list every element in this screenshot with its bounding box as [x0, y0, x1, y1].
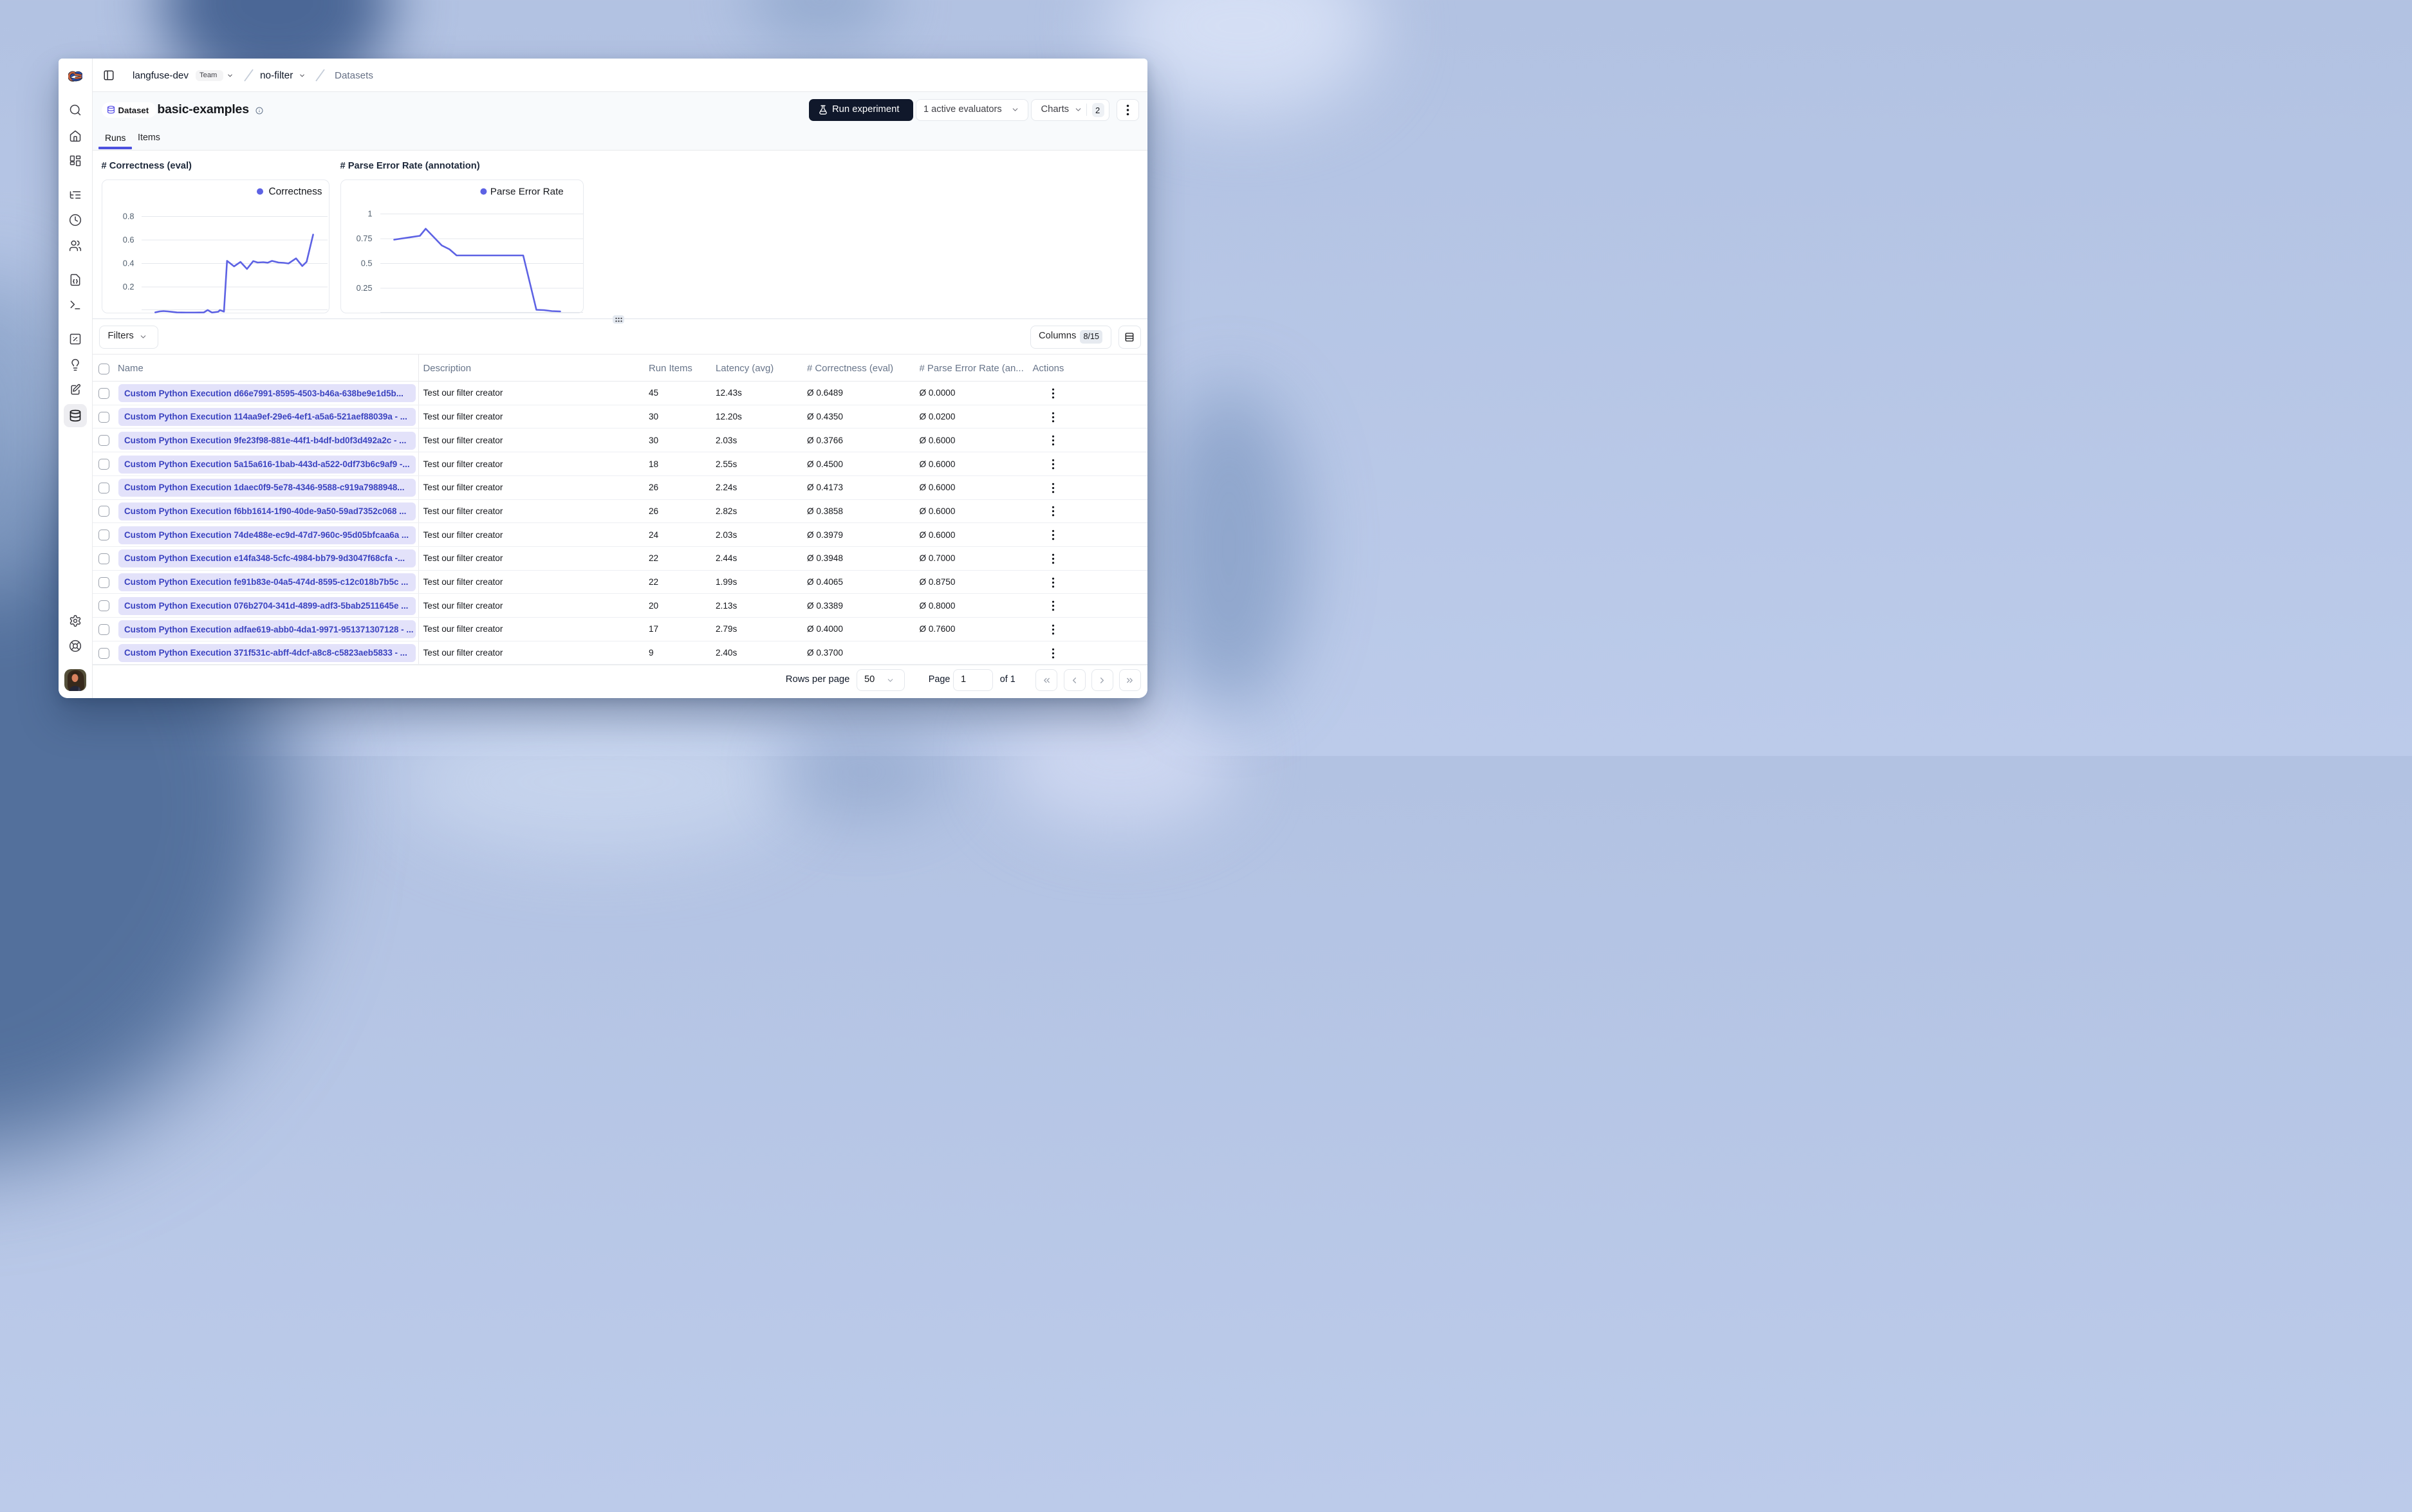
svg-text:0.5: 0.5 — [360, 258, 372, 268]
svg-text:Correctness: Correctness — [269, 186, 322, 197]
svg-text:0.4: 0.4 — [123, 258, 135, 268]
svg-text:0.6: 0.6 — [123, 235, 135, 244]
svg-text:0.25: 0.25 — [356, 283, 372, 293]
svg-text:1: 1 — [367, 208, 372, 218]
svg-text:0.2: 0.2 — [123, 282, 135, 291]
svg-text:Parse Error Rate: Parse Error Rate — [490, 186, 563, 197]
svg-text:0.8: 0.8 — [123, 211, 135, 221]
svg-text:0.75: 0.75 — [356, 234, 372, 243]
